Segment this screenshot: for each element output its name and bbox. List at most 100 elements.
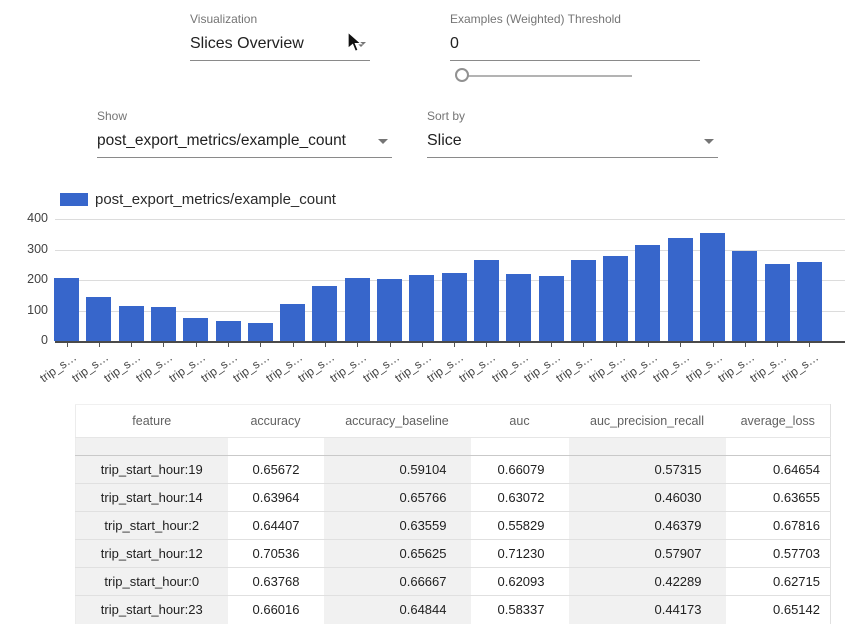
feature-cell: trip_start_hour:23 — [76, 596, 228, 624]
x-axis-tick — [745, 343, 746, 347]
x-axis-tick — [293, 343, 294, 347]
bar[interactable] — [571, 260, 596, 341]
column-header-auc[interactable]: auc — [471, 405, 569, 438]
table-row: trip_start_hour:230.660160.648440.583370… — [76, 596, 831, 624]
bar[interactable] — [635, 245, 660, 341]
bar[interactable] — [119, 306, 144, 341]
x-axis-tick — [131, 343, 132, 347]
show-select[interactable]: post_export_metrics/example_count — [97, 130, 392, 158]
x-axis-tick — [519, 343, 520, 347]
visualization-value: Slices Overview — [190, 35, 304, 52]
bar[interactable] — [216, 321, 241, 341]
x-axis-tick — [809, 343, 810, 347]
table-row: trip_start_hour:00.637680.666670.620930.… — [76, 568, 831, 596]
threshold-input[interactable]: 0 — [450, 33, 700, 61]
metric-cell: 0.63559 — [324, 512, 471, 540]
x-axis-tick — [648, 343, 649, 347]
bar[interactable] — [539, 276, 564, 341]
bar[interactable] — [345, 278, 370, 341]
metric-cell: 0.46379 — [569, 512, 726, 540]
metric-cell: 0.44173 — [569, 596, 726, 624]
chevron-down-icon — [704, 139, 714, 144]
show-value: post_export_metrics/example_count — [97, 132, 346, 149]
metric-cell: 0.66079 — [471, 456, 569, 484]
bar[interactable] — [732, 251, 757, 341]
legend-label: post_export_metrics/example_count — [95, 191, 336, 208]
x-axis-tick — [357, 343, 358, 347]
bar[interactable] — [312, 286, 337, 341]
metric-cell: 0.58337 — [471, 596, 569, 624]
bar[interactable] — [442, 273, 467, 341]
x-axis-tick — [486, 343, 487, 347]
filter-cell — [228, 438, 324, 456]
table-row: trip_start_hour:140.639640.657660.630720… — [76, 484, 831, 512]
column-header-auc_precision_recall[interactable]: auc_precision_recall — [569, 405, 726, 438]
metric-cell: 0.65142 — [726, 596, 831, 624]
bar[interactable] — [797, 262, 822, 341]
x-axis-tick — [454, 343, 455, 347]
y-axis-tick-label: 400 — [8, 211, 48, 225]
x-axis-tick — [551, 343, 552, 347]
table-row: trip_start_hour:20.644070.635590.558290.… — [76, 512, 831, 540]
bar[interactable] — [86, 297, 111, 341]
bar[interactable] — [183, 318, 208, 341]
table-header-row: featureaccuracyaccuracy_baselineaucauc_p… — [76, 405, 831, 438]
table-filter-row — [76, 438, 831, 456]
metric-cell: 0.63964 — [228, 484, 324, 512]
x-axis-tick — [680, 343, 681, 347]
metric-cell: 0.42289 — [569, 568, 726, 596]
bar[interactable] — [409, 275, 434, 341]
filter-cell — [324, 438, 471, 456]
metric-cell: 0.62093 — [471, 568, 569, 596]
bar[interactable] — [248, 323, 273, 341]
filter-cell — [726, 438, 831, 456]
x-axis-tick — [67, 343, 68, 347]
bar[interactable] — [377, 279, 402, 341]
feature-cell: trip_start_hour:0 — [76, 568, 228, 596]
mouse-cursor-icon — [347, 31, 364, 54]
metric-cell: 0.65766 — [324, 484, 471, 512]
x-axis-tick — [99, 343, 100, 347]
feature-cell: trip_start_hour:19 — [76, 456, 228, 484]
threshold-control: Examples (Weighted) Threshold 0 — [450, 12, 700, 61]
bar[interactable] — [151, 307, 176, 341]
column-header-accuracy_baseline[interactable]: accuracy_baseline — [324, 405, 471, 438]
column-header-accuracy[interactable]: accuracy — [228, 405, 324, 438]
x-axis-tick — [713, 343, 714, 347]
x-axis-tick — [616, 343, 617, 347]
x-axis-tick — [390, 343, 391, 347]
feature-cell: trip_start_hour:2 — [76, 512, 228, 540]
metric-cell: 0.71230 — [471, 540, 569, 568]
chevron-down-icon — [378, 139, 388, 144]
sortby-value: Slice — [427, 132, 462, 149]
chart-legend: post_export_metrics/example_count — [60, 191, 336, 208]
x-axis-tick — [325, 343, 326, 347]
metric-cell: 0.57703 — [726, 540, 831, 568]
x-axis-tick — [583, 343, 584, 347]
bar[interactable] — [700, 233, 725, 341]
metric-cell: 0.46030 — [569, 484, 726, 512]
metric-cell: 0.66667 — [324, 568, 471, 596]
metric-cell: 0.57315 — [569, 456, 726, 484]
filter-cell — [471, 438, 569, 456]
column-header-average_loss[interactable]: average_loss — [726, 405, 831, 438]
x-axis-tick — [422, 343, 423, 347]
metric-cell: 0.67816 — [726, 512, 831, 540]
bar[interactable] — [54, 278, 79, 341]
table-row: trip_start_hour:120.705360.656250.712300… — [76, 540, 831, 568]
bar[interactable] — [474, 260, 499, 341]
bar[interactable] — [280, 304, 305, 341]
threshold-slider[interactable] — [455, 68, 632, 84]
metric-cell: 0.64407 — [228, 512, 324, 540]
visualization-select[interactable]: Slices Overview — [190, 33, 370, 61]
bar[interactable] — [603, 256, 628, 341]
y-axis-tick-label: 0 — [8, 333, 48, 347]
column-header-feature[interactable]: feature — [76, 405, 228, 438]
slider-knob[interactable] — [455, 68, 469, 82]
bar[interactable] — [668, 238, 693, 341]
sortby-select[interactable]: Slice — [427, 130, 718, 158]
slider-track[interactable] — [463, 75, 632, 77]
show-label: Show — [97, 109, 392, 123]
bar[interactable] — [506, 274, 531, 341]
bar[interactable] — [765, 264, 790, 341]
